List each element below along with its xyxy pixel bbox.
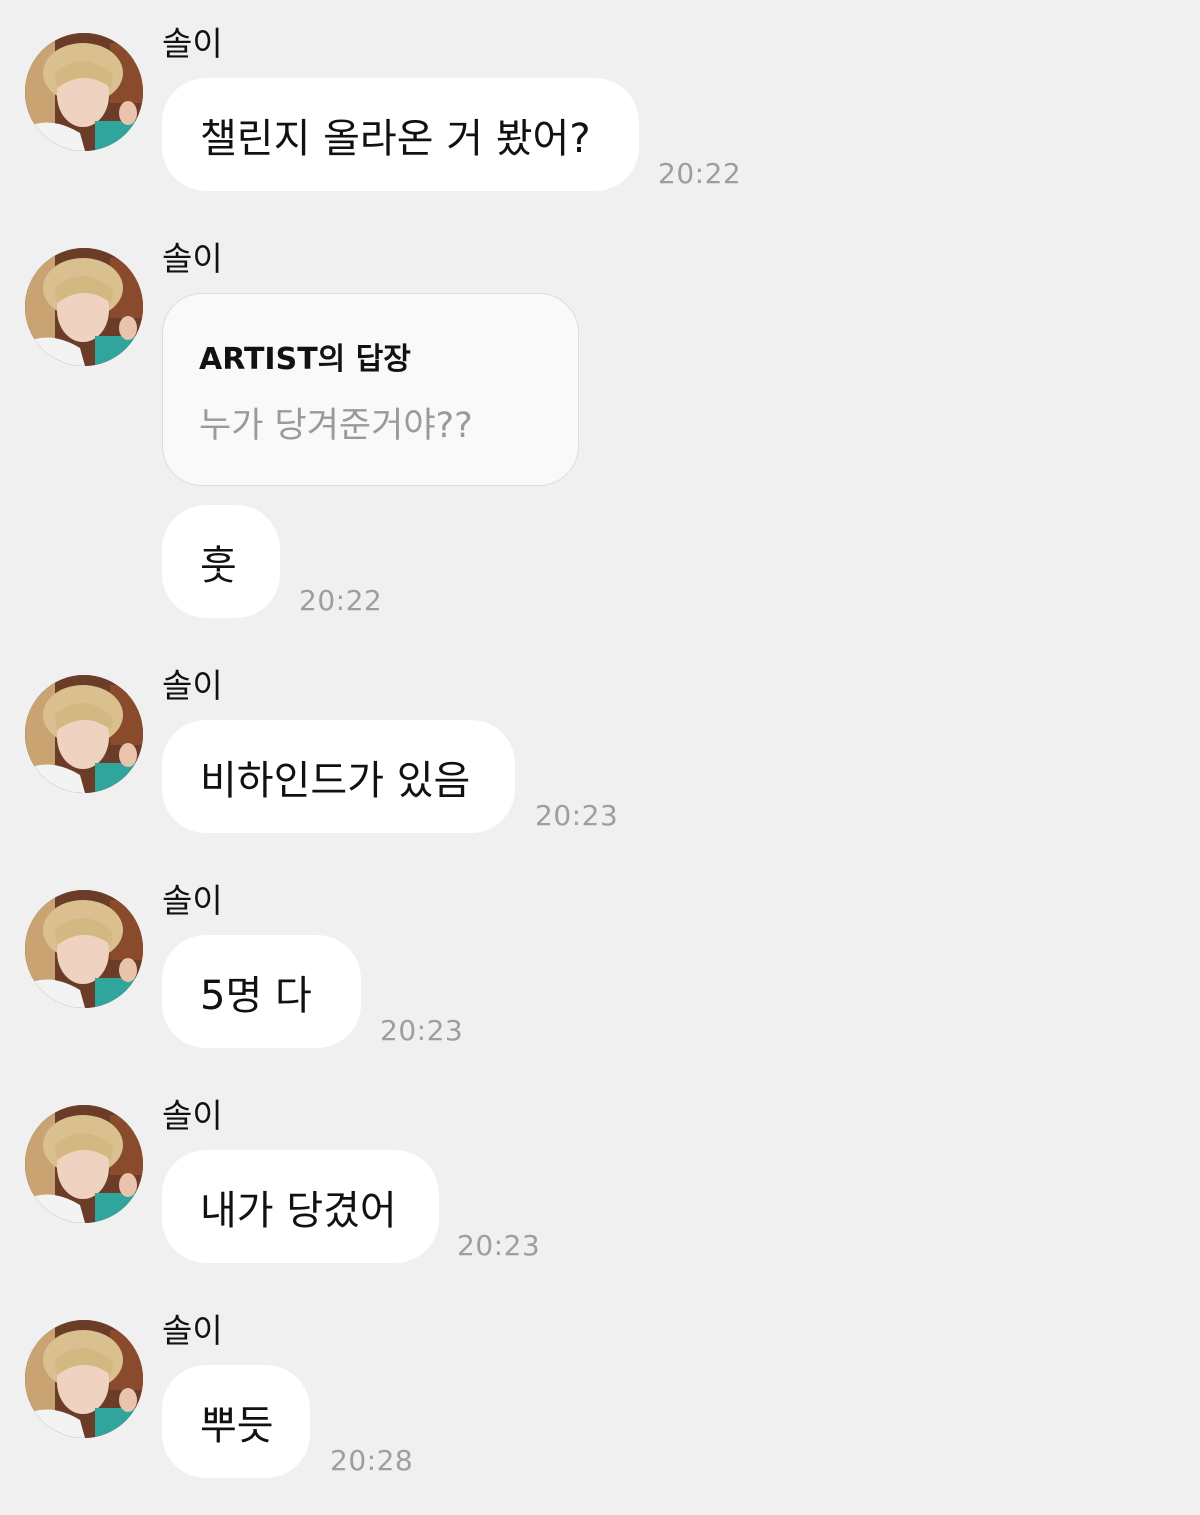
avatar-photo bbox=[25, 1320, 143, 1438]
avatar-photo bbox=[25, 248, 143, 366]
message-bubble[interactable]: 훗 bbox=[162, 505, 280, 618]
reply-card[interactable]: ARTIST의 답장 누가 당겨준거야?? bbox=[162, 293, 579, 486]
message-timestamp: 20:23 bbox=[457, 1229, 541, 1262]
avatar[interactable] bbox=[25, 675, 143, 793]
avatar[interactable] bbox=[25, 1105, 143, 1223]
sender-name: 솔이 bbox=[162, 239, 223, 278]
sender-name: 솔이 bbox=[162, 24, 223, 63]
message-timestamp: 20:23 bbox=[535, 799, 619, 832]
reply-quoted-text: 누가 당겨준거야?? bbox=[199, 406, 473, 446]
message-bubble[interactable]: 뿌듯 bbox=[162, 1365, 310, 1478]
message-bubble[interactable]: 비하인드가 있음 bbox=[162, 720, 515, 833]
message-bubble[interactable]: 챌린지 올라온 거 봤어? bbox=[162, 78, 639, 191]
message-bubble[interactable]: 내가 당겼어 bbox=[162, 1150, 439, 1263]
avatar-photo bbox=[25, 890, 143, 1008]
avatar[interactable] bbox=[25, 33, 143, 151]
sender-name: 솔이 bbox=[162, 881, 223, 920]
sender-name: 솔이 bbox=[162, 1096, 223, 1135]
reply-title: ARTIST의 답장 bbox=[199, 342, 411, 377]
message-bubble[interactable]: 5명 다 bbox=[162, 935, 361, 1048]
message-timestamp: 20:28 bbox=[330, 1444, 414, 1477]
avatar-photo bbox=[25, 675, 143, 793]
avatar[interactable] bbox=[25, 248, 143, 366]
avatar[interactable] bbox=[25, 890, 143, 1008]
sender-name: 솔이 bbox=[162, 666, 223, 705]
sender-name: 솔이 bbox=[162, 1311, 223, 1350]
avatar-photo bbox=[25, 33, 143, 151]
message-timestamp: 20:22 bbox=[299, 584, 383, 617]
avatar-photo bbox=[25, 1105, 143, 1223]
avatar[interactable] bbox=[25, 1320, 143, 1438]
message-timestamp: 20:23 bbox=[380, 1014, 464, 1047]
message-timestamp: 20:22 bbox=[658, 157, 742, 190]
